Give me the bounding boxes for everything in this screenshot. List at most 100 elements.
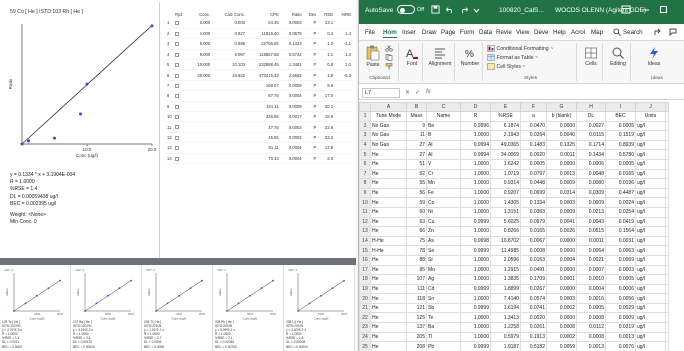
- cal-table-row[interactable]: 3 5.000 0.989 22756.05 0.1323 P 1.0 -1.1: [166, 38, 352, 50]
- cell[interactable]: 60: [406, 206, 427, 218]
- cell[interactable]: Se: [426, 245, 461, 256]
- calibration-plot[interactable]: 10.0 20.0 Conc (ug/l) Ratio 59 Co [ He ] IS…: [2, 2, 160, 258]
- cell[interactable]: 11: [406, 130, 427, 141]
- reject-checkbox[interactable]: [174, 142, 189, 154]
- cell[interactable]: He: [370, 312, 407, 324]
- cell[interactable]: 11.4985: [490, 245, 521, 256]
- redo-icon[interactable]: [459, 5, 469, 16]
- reject-checkbox[interactable]: [174, 101, 189, 113]
- cell[interactable]: [665, 158, 669, 170]
- tab-acrobat[interactable]: Acrol: [571, 29, 585, 36]
- cell[interactable]: 0.0363: [520, 206, 547, 218]
- cell[interactable]: 0.8939: [605, 139, 636, 151]
- cal-table-row[interactable]: 4 9.000 9.067 116857.58 0.6742 P 1.1 1.3: [166, 49, 352, 61]
- cell[interactable]: Al: [426, 139, 461, 151]
- cell[interactable]: Sb: [426, 302, 461, 314]
- cell[interactable]: [665, 264, 669, 276]
- cell[interactable]: 0.0000: [546, 158, 577, 170]
- conditional-formatting-button[interactable]: Conditional Formatting ~: [487, 45, 553, 52]
- cell[interactable]: [665, 149, 669, 160]
- format-as-table-button[interactable]: Format as Table ~: [487, 54, 538, 61]
- ribbon-display-icon[interactable]: [621, 5, 631, 16]
- cells-button[interactable]: Cells: [581, 46, 601, 67]
- cell[interactable]: 0.0008: [576, 331, 606, 343]
- cell[interactable]: 0.0005: [520, 158, 547, 170]
- cell[interactable]: [665, 197, 669, 208]
- reject-checkbox[interactable]: [174, 153, 189, 164]
- cell[interactable]: 0.0011: [546, 149, 577, 160]
- editing-button[interactable]: Editing: [607, 46, 629, 67]
- cell[interactable]: 0.0165: [605, 168, 636, 180]
- cell[interactable]: 0.9999: [460, 245, 491, 256]
- cell[interactable]: 118: [406, 293, 427, 304]
- restore-icon[interactable]: [659, 5, 668, 16]
- cell[interactable]: 1.0000: [460, 206, 491, 218]
- cell[interactable]: 0.0002: [546, 302, 577, 314]
- cell[interactable]: 27: [406, 139, 427, 151]
- cell[interactable]: 0.0005: [605, 158, 636, 170]
- worksheet-grid[interactable]: ABCDEFGHIJ 1 Tune Mode Mass Name R %RSE a b (bl…: [359, 102, 684, 351]
- cell[interactable]: 0.0000: [546, 283, 577, 295]
- cell[interactable]: 0.0013: [576, 341, 606, 351]
- cell[interactable]: ug/l: [635, 197, 666, 208]
- format-painter-icon[interactable]: [385, 63, 393, 72]
- cell[interactable]: He: [370, 302, 407, 314]
- copy-icon[interactable]: [385, 54, 393, 63]
- cell[interactable]: ug/l: [635, 264, 666, 276]
- cal-table-row[interactable]: 5 10.000 10.103 232888.45 1.3481 P 0.8 1.0: [166, 59, 352, 71]
- row-header[interactable]: 20: [359, 293, 371, 304]
- cell[interactable]: 0.0163: [520, 254, 547, 266]
- cell[interactable]: a: [520, 111, 547, 122]
- cell[interactable]: 95: [406, 264, 427, 276]
- column-header[interactable]: A: [370, 102, 407, 112]
- reject-checkbox[interactable]: [174, 132, 189, 144]
- cancel-entry-icon[interactable]: ✕: [405, 89, 410, 96]
- cell[interactable]: 111: [406, 283, 427, 295]
- cell[interactable]: [665, 216, 669, 228]
- insert-function-button[interactable]: fx: [426, 89, 431, 95]
- cell[interactable]: ug/l: [635, 187, 666, 199]
- column-header[interactable]: I: [605, 102, 636, 112]
- share-icon[interactable]: [654, 28, 662, 38]
- cell[interactable]: Te: [426, 312, 461, 324]
- cell[interactable]: He: [370, 178, 407, 189]
- customize-qat-icon[interactable]: [473, 5, 480, 16]
- cell[interactable]: Units: [635, 111, 666, 122]
- reject-checkbox[interactable]: [174, 28, 189, 40]
- row-header[interactable]: 14: [359, 235, 371, 247]
- column-header[interactable]: E: [490, 102, 521, 112]
- cell[interactable]: 0.0010: [576, 274, 606, 285]
- cell[interactable]: 1.0000: [460, 178, 491, 189]
- cell[interactable]: He: [370, 197, 407, 208]
- cell[interactable]: 0.0213: [576, 206, 606, 218]
- cell[interactable]: 0.9999: [460, 341, 491, 351]
- cell[interactable]: 51: [406, 158, 427, 170]
- cell[interactable]: ug/l: [635, 274, 666, 285]
- cell[interactable]: 0.0112: [576, 322, 606, 333]
- cell[interactable]: 0.9994: [460, 149, 491, 160]
- cell[interactable]: 52: [406, 168, 427, 180]
- cell[interactable]: 1.2915: [490, 264, 521, 276]
- row-header[interactable]: 16: [359, 254, 371, 266]
- cell[interactable]: R: [460, 111, 491, 122]
- cal-table-row[interactable]: 9 161.11 0.0009 P 20.1: [166, 101, 352, 113]
- cell[interactable]: 1.3151: [490, 206, 521, 218]
- cell[interactable]: Name: [426, 111, 461, 122]
- cell[interactable]: 0.0013: [605, 331, 636, 343]
- cell[interactable]: [665, 206, 669, 218]
- cell[interactable]: 0.0574: [520, 293, 547, 304]
- font-button[interactable]: A Font: [403, 46, 421, 67]
- cell[interactable]: 0.0009: [576, 197, 606, 208]
- cell[interactable]: 0.0020: [520, 312, 547, 324]
- cell[interactable]: 1.0000: [460, 312, 491, 324]
- cell[interactable]: ug/l: [635, 206, 666, 218]
- cell[interactable]: 0.9999: [460, 216, 491, 228]
- cell[interactable]: 0.0196: [605, 178, 636, 189]
- cell[interactable]: [665, 226, 669, 237]
- cell[interactable]: Ni: [426, 206, 461, 218]
- cell[interactable]: %RSE: [490, 111, 521, 122]
- cell[interactable]: 56: [406, 187, 427, 199]
- cell[interactable]: He: [370, 293, 407, 304]
- cell[interactable]: [665, 341, 669, 351]
- cell[interactable]: 0.0029: [605, 302, 636, 314]
